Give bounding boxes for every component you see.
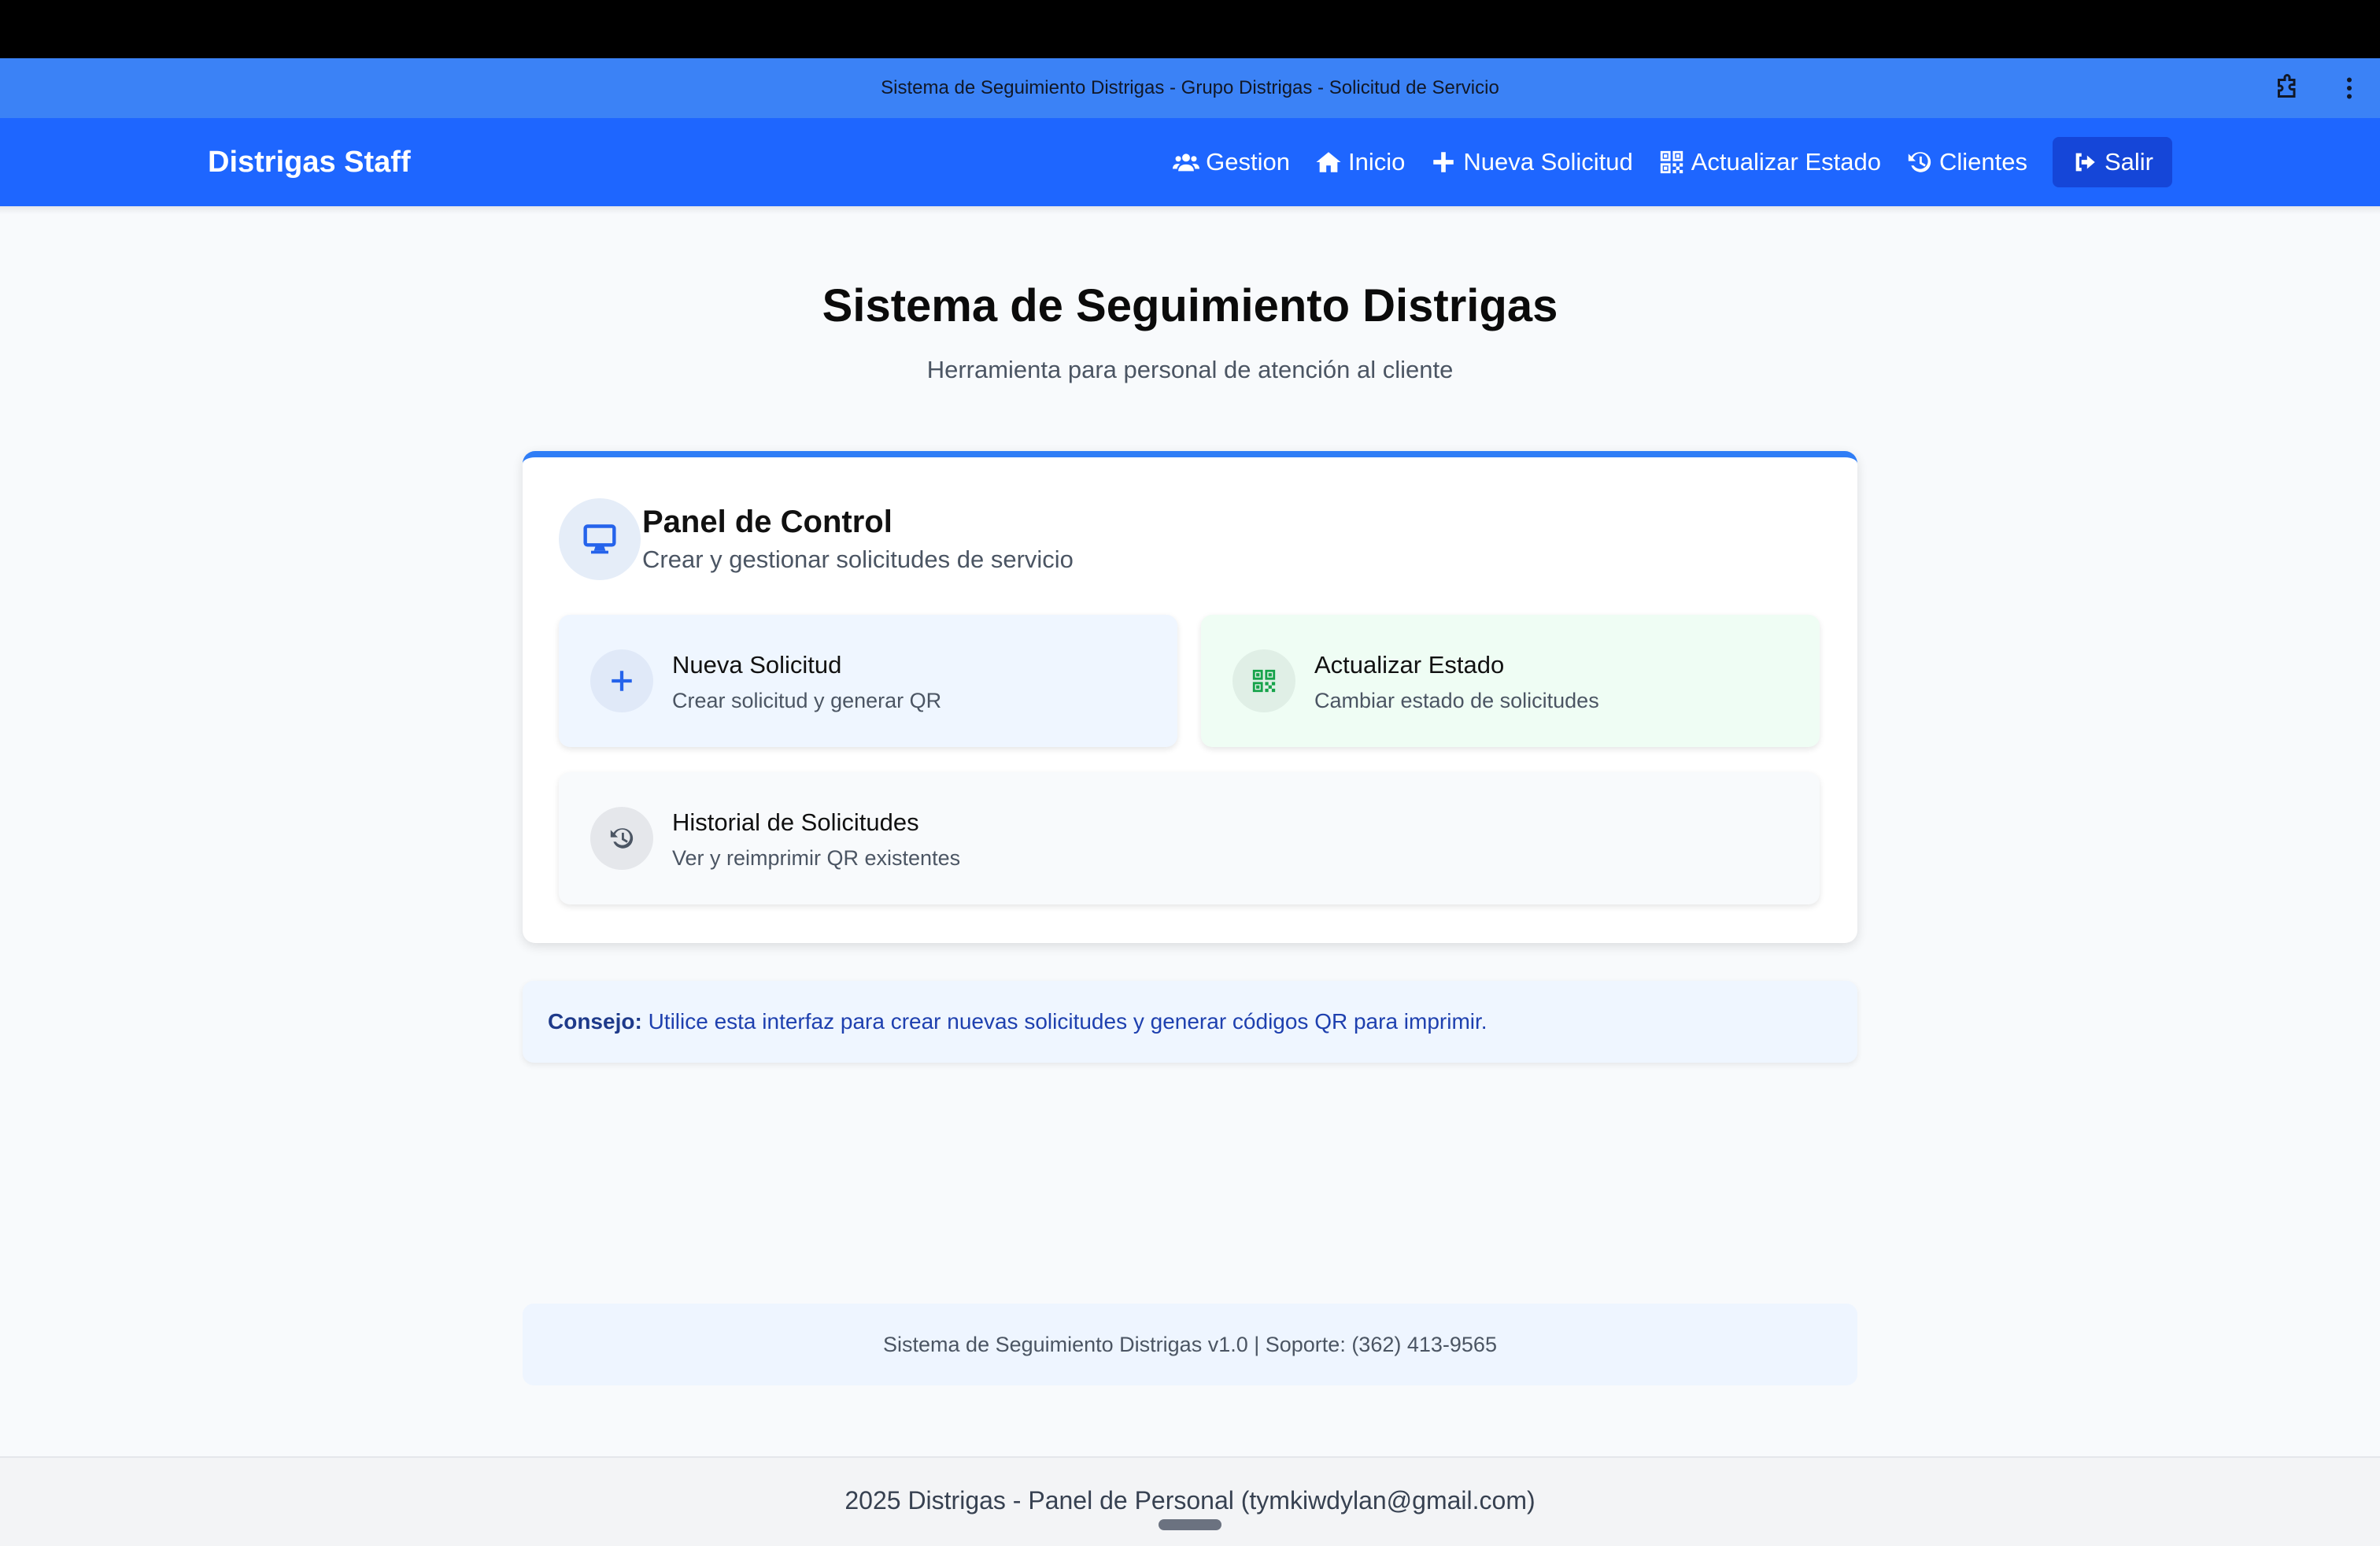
tile-title: Historial de Solicitudes — [672, 808, 919, 836]
tile-historial-solicitudes[interactable]: Historial de Solicitudes Ver y reimprimi… — [559, 772, 1820, 904]
nav-label: Inicio — [1347, 148, 1406, 176]
qrcode-icon — [1660, 150, 1683, 174]
window-title-bar: Sistema de Seguimiento Distrigas - Grupo… — [0, 58, 2380, 118]
sign-out-icon — [2075, 153, 2095, 172]
puzzle-icon[interactable] — [2273, 74, 2301, 102]
brand-logo-text[interactable]: Distrigas Staff — [208, 118, 411, 206]
nav-label: Nueva Solicitud — [1463, 148, 1633, 176]
plus-icon — [612, 671, 632, 691]
home-indicator[interactable] — [1159, 1519, 1221, 1530]
users-icon — [1173, 153, 1200, 172]
nav-label: Clientes — [1938, 148, 2027, 176]
nav-item-gestion[interactable]: Gestion — [1173, 137, 1290, 187]
tile-subtitle: Ver y reimprimir QR existentes — [672, 846, 961, 870]
qrcode-icon — [1252, 669, 1276, 693]
panel-subtitle: Crear y gestionar solicitudes de servici… — [642, 546, 1074, 573]
navbar-shadow — [0, 206, 2380, 214]
footer-text: 2025 Distrigas - Panel de Personal (tymk… — [844, 1486, 1536, 1515]
tile-icon-circle — [590, 649, 653, 712]
nav-label: Gestion — [1206, 148, 1290, 176]
tile-subtitle: Crear solicitud y generar QR — [672, 689, 942, 712]
page-subtitle: Herramienta para personal de atención al… — [926, 356, 1454, 383]
tip-banner: Consejo: Utilice esta interfaz para crea… — [523, 981, 1857, 1063]
history-icon — [1908, 152, 1931, 172]
window-title: Sistema de Seguimiento Distrigas - Grupo… — [881, 77, 1499, 98]
tile-title: Actualizar Estado — [1314, 651, 1505, 679]
main-navbar: Distrigas Staff Gestion Inicio Nueva Sol… — [0, 118, 2380, 206]
plus-icon — [1433, 152, 1454, 172]
panel-title: Panel de Control — [642, 505, 893, 539]
device-top-bar — [0, 0, 2380, 58]
desktop-icon — [583, 524, 616, 554]
nav-label: Salir — [2104, 148, 2153, 176]
nav-item-clientes[interactable]: Clientes — [1906, 137, 2027, 187]
nav-label: Actualizar Estado — [1691, 148, 1881, 176]
tile-nueva-solicitud[interactable]: Nueva Solicitud Crear solicitud y genera… — [559, 615, 1177, 747]
history-icon — [610, 828, 634, 849]
tip-label: Consejo: — [548, 1009, 642, 1034]
tile-icon-circle — [590, 807, 653, 870]
version-info: Sistema de Seguimiento Distrigas v1.0 | … — [523, 1304, 1857, 1385]
tile-icon-circle — [1232, 649, 1295, 712]
control-panel-card: Panel de Control Crear y gestionar solic… — [523, 451, 1857, 943]
page-title: Sistema de Seguimiento Distrigas — [822, 280, 1558, 331]
tip-text: Utilice esta interfaz para crear nuevas … — [648, 1009, 1488, 1034]
nav-menu: Gestion Inicio Nueva Solicitud Actualiza… — [1173, 137, 2172, 187]
tile-title: Nueva Solicitud — [672, 651, 842, 679]
panel-icon-circle — [559, 498, 641, 580]
nav-item-actualizar-estado[interactable]: Actualizar Estado — [1658, 137, 1881, 187]
tile-actualizar-estado[interactable]: Actualizar Estado Cambiar estado de soli… — [1201, 615, 1820, 747]
home-icon — [1316, 152, 1341, 172]
tile-subtitle: Cambiar estado de solicitudes — [1314, 689, 1599, 712]
kebab-menu-icon[interactable] — [2338, 74, 2361, 102]
page-footer: 2025 Distrigas - Panel de Personal (tymk… — [0, 1456, 2380, 1546]
nav-item-inicio[interactable]: Inicio — [1315, 137, 1405, 187]
nav-item-salir[interactable]: Salir — [2052, 137, 2172, 187]
nav-item-nueva-solicitud[interactable]: Nueva Solicitud — [1430, 137, 1633, 187]
